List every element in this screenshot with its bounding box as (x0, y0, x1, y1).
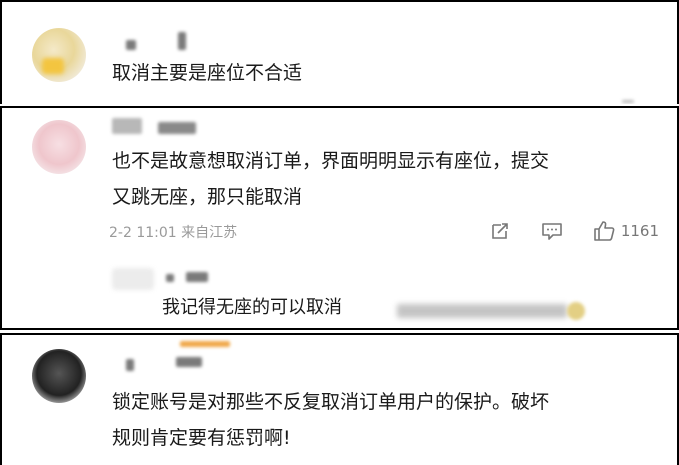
avatar[interactable] (32, 120, 86, 174)
reply-text-blurred (397, 304, 567, 318)
comment-card-1: 取消主要是座位不合适 (0, 0, 679, 104)
comment-meta: 2-2 11:01 来自江苏 (109, 225, 238, 241)
username-blurred[interactable] (178, 32, 186, 50)
username-blurred[interactable] (180, 341, 230, 347)
username-blurred[interactable] (158, 122, 196, 134)
comment-card-2: 也不是故意想取消订单，界面明明显示有座位，提交 又跳无座，那只能取消 2-2 1… (0, 106, 679, 330)
avatar[interactable] (32, 349, 86, 403)
comment-text-line-1: 也不是故意想取消订单，界面明明显示有座位，提交 (112, 150, 550, 172)
comment-icon[interactable] (541, 220, 563, 242)
comment-card-3: 锁定账号是对那些不反复取消订单用户的保护。破坏 规则肯定要有惩罚啊! (0, 333, 679, 465)
emoji-blurred (567, 302, 585, 320)
reply-text: 我记得无座的可以取消 (162, 297, 342, 318)
comment-text-line-2: 又跳无座，那只能取消 (112, 186, 303, 208)
like-count: 1161 (620, 222, 659, 240)
avatar[interactable] (32, 28, 86, 82)
like-icon[interactable] (593, 220, 615, 242)
comment-actions: 1161 (459, 220, 659, 242)
comment-text-line-1: 锁定账号是对那些不反复取消订单用户的保护。破坏 (112, 391, 550, 413)
comment-text: 取消主要是座位不合适 (112, 62, 303, 84)
username-blurred[interactable] (126, 359, 134, 371)
username-blurred[interactable] (112, 118, 142, 134)
divider-mark (622, 100, 634, 103)
username-blurred[interactable] (126, 40, 136, 50)
username-blurred[interactable] (176, 357, 202, 367)
reply-username-blurred[interactable] (166, 274, 174, 282)
share-icon[interactable] (489, 220, 511, 242)
reply-avatar[interactable] (112, 268, 154, 290)
reply-username-blurred[interactable] (186, 272, 208, 282)
comment-text-line-2: 规则肯定要有惩罚啊! (112, 427, 291, 449)
